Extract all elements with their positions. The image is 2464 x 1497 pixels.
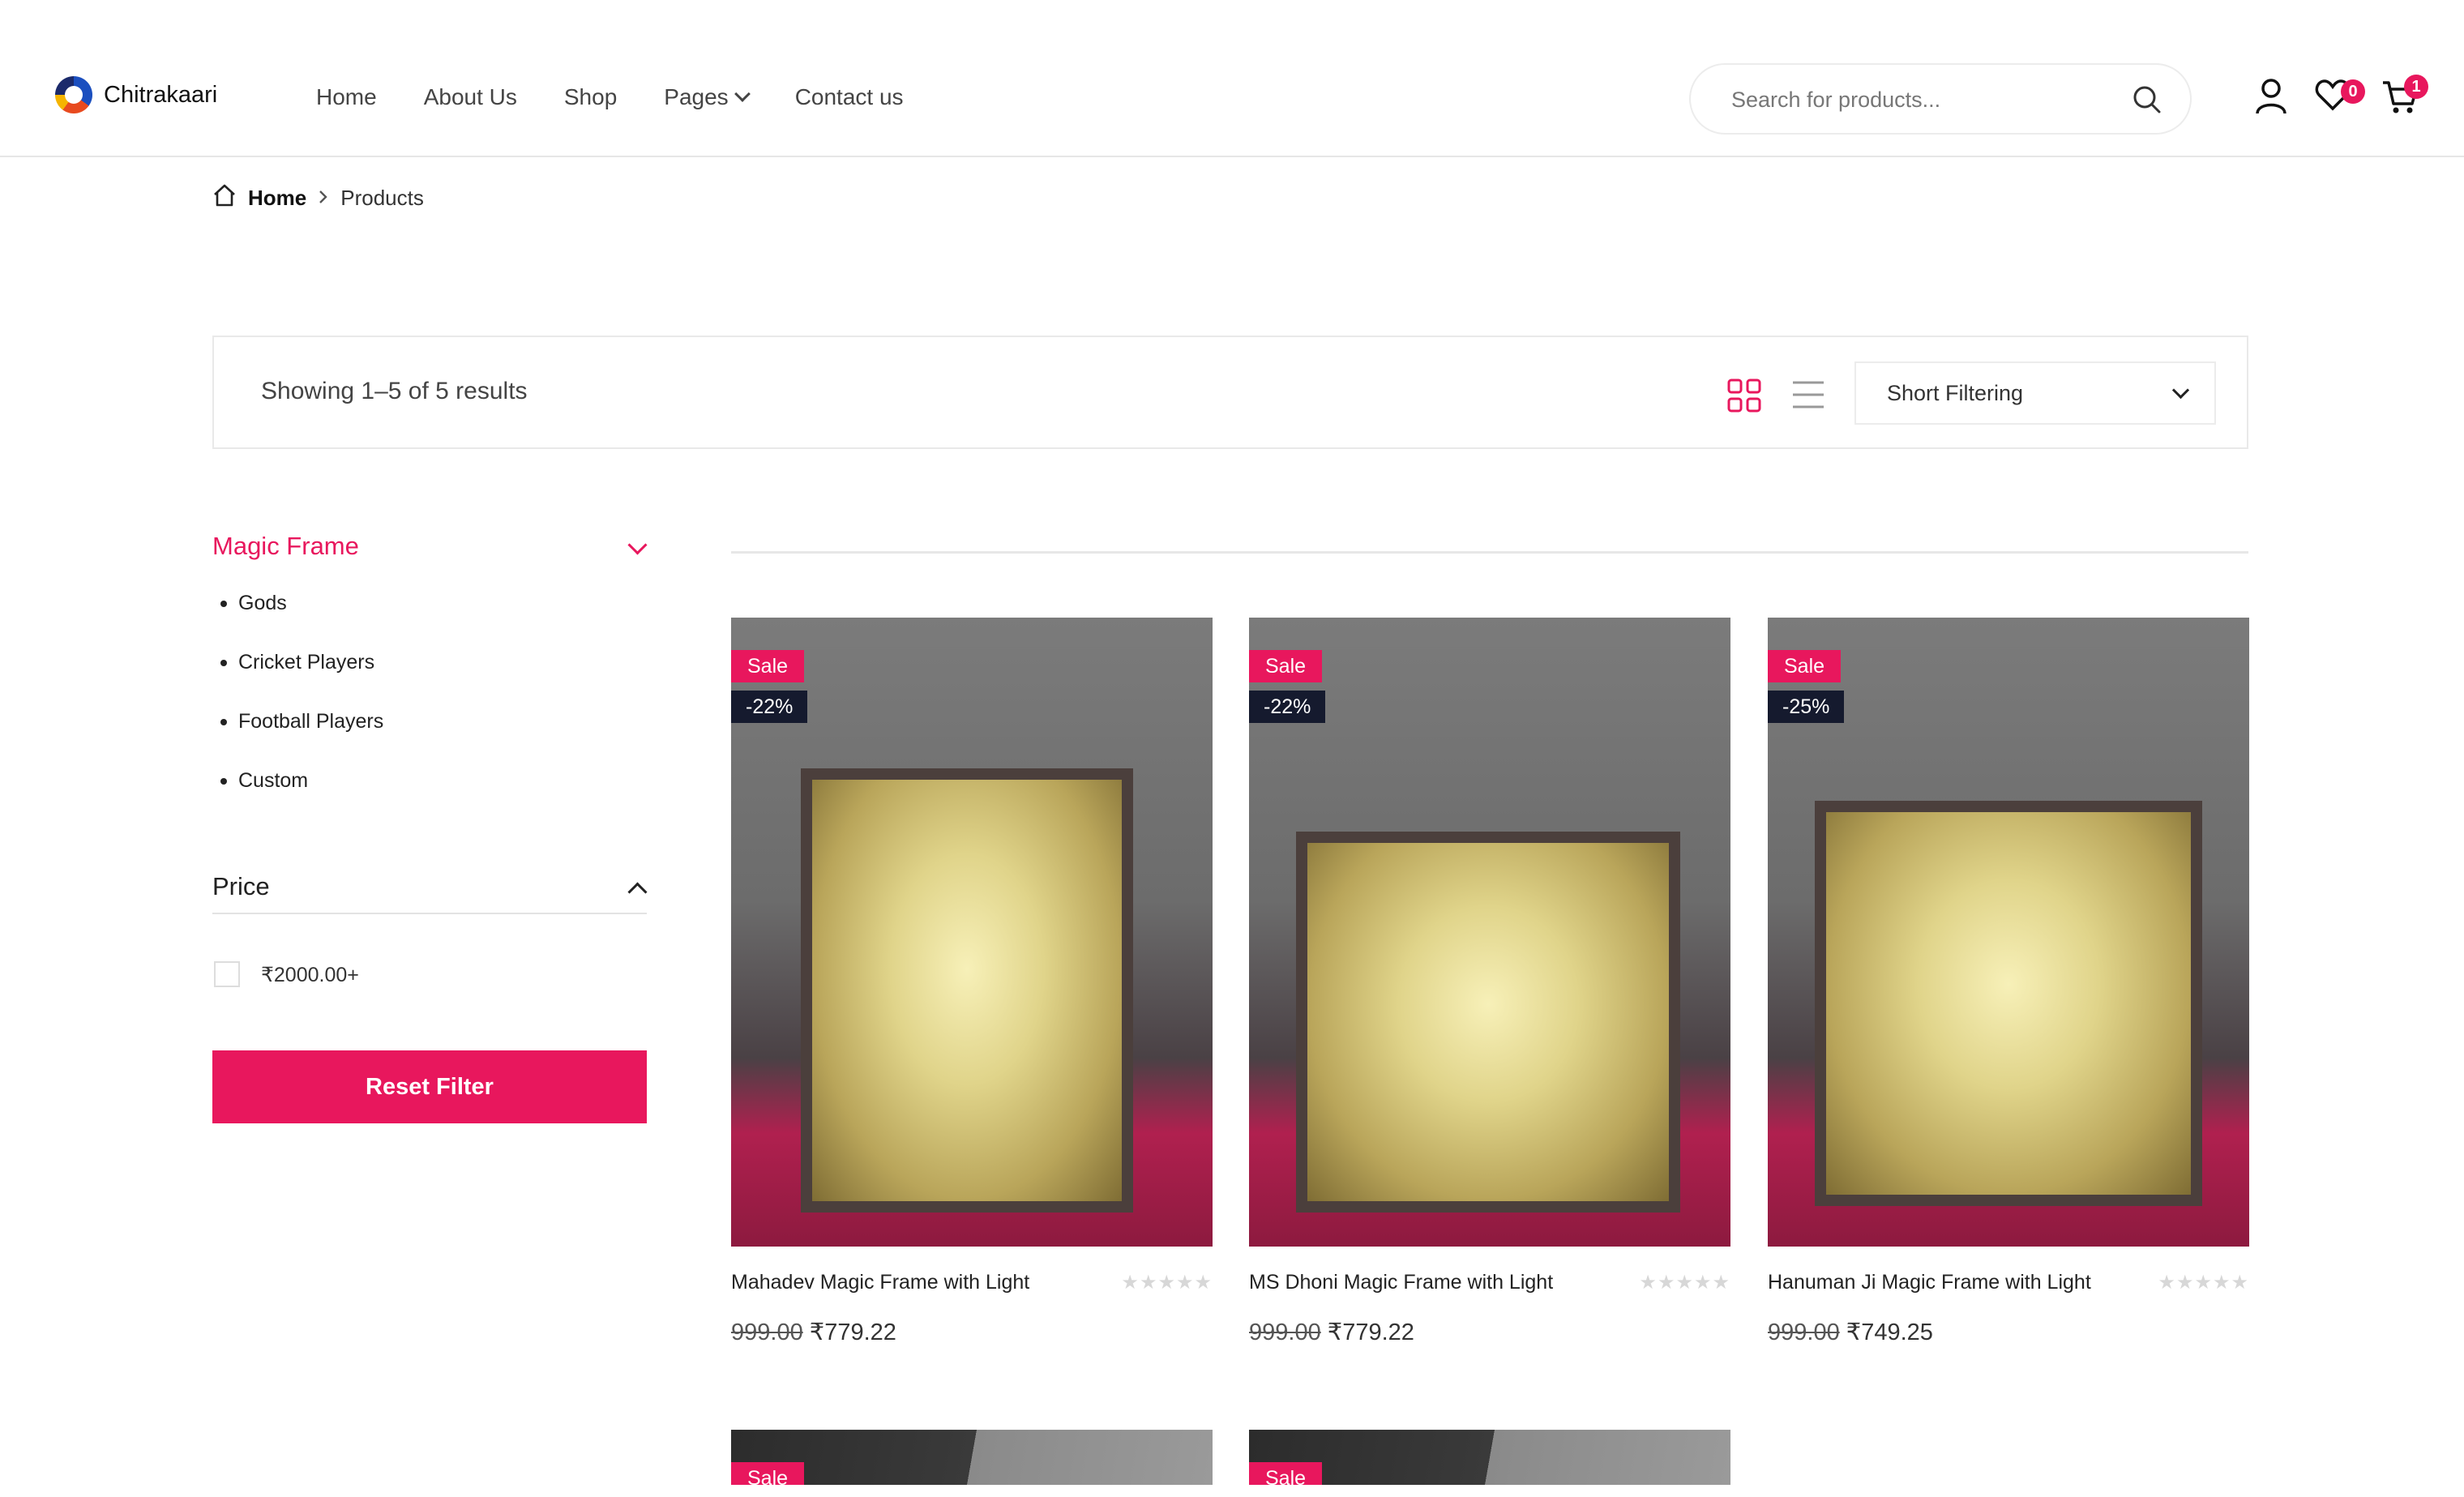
chevron-right-icon [318, 186, 329, 211]
product-image[interactable]: Sale -22% [731, 618, 1213, 1247]
home-icon[interactable] [212, 183, 237, 213]
old-price: 999.00 [1249, 1319, 1321, 1345]
category-item[interactable]: Football Players [220, 710, 383, 769]
shop-toolbar: Showing 1–5 of 5 results Short Filtering [212, 336, 2248, 449]
content-divider [731, 551, 2248, 554]
divider [212, 913, 647, 914]
price-filter-title[interactable]: Price [212, 872, 270, 901]
sort-select[interactable]: Short Filtering [1854, 361, 2216, 425]
bullet-icon [220, 601, 227, 607]
nav-pages[interactable]: Pages [664, 84, 751, 110]
magic-frame-image [801, 768, 1133, 1213]
chevron-down-icon [2171, 381, 2190, 400]
product-price: 999.00 ₹779.22 [1249, 1318, 1414, 1346]
nav-about-us[interactable]: About Us [424, 84, 517, 110]
category-list: Gods Cricket Players Football Players Cu… [220, 592, 383, 828]
sale-badge: Sale [1249, 650, 1323, 682]
breadcrumb-home[interactable]: Home [248, 186, 306, 211]
bullet-icon [220, 778, 227, 785]
category-item[interactable]: Gods [220, 592, 383, 651]
sale-badge: Sale [1768, 650, 1842, 682]
product-price: 999.00 ₹779.22 [731, 1318, 896, 1346]
chevron-down-icon[interactable] [627, 535, 648, 555]
bullet-icon [220, 660, 227, 666]
price-checkbox[interactable] [214, 961, 240, 987]
reset-filter-button[interactable]: Reset Filter [212, 1050, 647, 1123]
chevron-down-icon [734, 86, 751, 102]
category-item[interactable]: Cricket Players [220, 651, 383, 710]
magic-frame-image [1815, 801, 2202, 1206]
nav-shop[interactable]: Shop [564, 84, 617, 110]
breadcrumb-current: Products [340, 186, 424, 210]
old-price: 999.00 [1768, 1319, 1840, 1345]
category-item[interactable]: Custom [220, 769, 383, 828]
chevron-up-icon[interactable] [627, 882, 648, 902]
sale-badge: Sale [731, 1462, 805, 1485]
product-price: 999.00 ₹749.25 [1768, 1318, 1933, 1346]
cart-count-badge: 1 [2404, 75, 2428, 99]
discount-badge: -22% [1249, 691, 1326, 723]
product-name[interactable]: Mahadev Magic Frame with Light [731, 1271, 1029, 1294]
list-view-icon[interactable] [1791, 379, 1825, 414]
search-box [1689, 63, 2192, 135]
product-image[interactable]: Sale -22% [1249, 618, 1730, 1247]
sale-price: ₹779.22 [809, 1319, 896, 1345]
bullet-icon [220, 719, 227, 725]
product-card[interactable]: Sale [1249, 1430, 1730, 1485]
search-icon[interactable] [2132, 84, 2162, 119]
category-label: Football Players [238, 710, 384, 733]
sale-badge: Sale [731, 650, 805, 682]
logo-text: Chitrakaari [104, 81, 218, 108]
nav-pages-label: Pages [664, 84, 729, 109]
rating-stars-icon: ★★★★★ [1121, 1272, 1213, 1294]
sort-select-value: Short Filtering [1887, 381, 2024, 405]
search-input[interactable] [1730, 83, 2114, 117]
rating-stars-icon: ★★★★★ [1639, 1272, 1730, 1294]
magic-frame-image [1296, 832, 1680, 1213]
rating-stars-icon: ★★★★★ [2158, 1272, 2249, 1294]
results-count: Showing 1–5 of 5 results [261, 378, 528, 404]
discount-badge: -25% [1768, 691, 1845, 723]
price-option-label: ₹2000.00+ [261, 964, 359, 986]
old-price: 999.00 [731, 1319, 803, 1345]
main-nav: Home About Us Shop Pages Contact us [316, 84, 904, 110]
wishlist-count-badge: 0 [2341, 79, 2365, 104]
product-card[interactable]: Sale [731, 1430, 1213, 1485]
sale-price: ₹749.25 [1846, 1319, 1933, 1345]
breadcrumb: Home Products [212, 183, 424, 213]
category-filter-title[interactable]: Magic Frame [212, 532, 359, 561]
logo[interactable]: Chitrakaari [55, 76, 217, 113]
product-name[interactable]: Hanuman Ji Magic Frame with Light [1768, 1271, 2091, 1294]
user-icon[interactable] [2255, 78, 2287, 119]
product-image[interactable]: Sale -25% [1768, 618, 2249, 1247]
sale-badge: Sale [1249, 1462, 1323, 1485]
category-label: Custom [238, 769, 309, 792]
product-name[interactable]: MS Dhoni Magic Frame with Light [1249, 1271, 1553, 1294]
category-label: Gods [238, 592, 287, 614]
category-label: Cricket Players [238, 651, 375, 674]
site-header: Chitrakaari Home About Us Shop Pages Con… [0, 0, 2464, 157]
logo-icon [55, 76, 92, 113]
grid-view-icon[interactable] [1726, 378, 1762, 417]
nav-contact-us[interactable]: Contact us [795, 84, 904, 110]
sale-price: ₹779.22 [1327, 1319, 1414, 1345]
discount-badge: -22% [731, 691, 808, 723]
nav-home[interactable]: Home [316, 84, 377, 110]
